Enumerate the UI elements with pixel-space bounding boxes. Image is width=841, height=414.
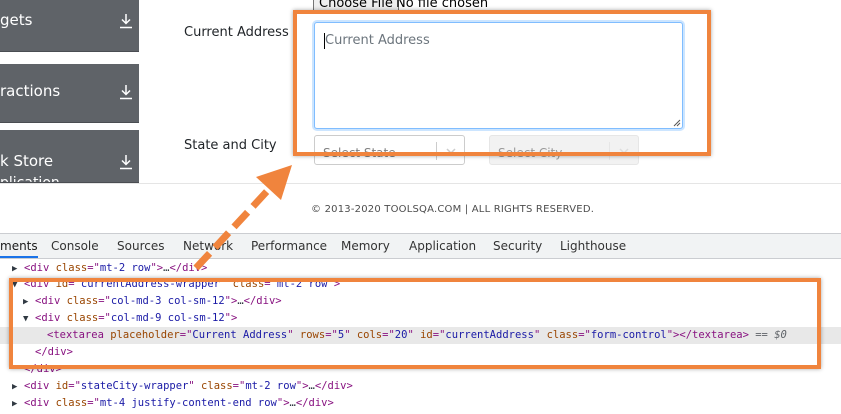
copyright-text: © 2013-2020 TOOLSQA.COM | ALL RIGHTS RES… xyxy=(311,204,595,215)
expand-triangle-icon[interactable]: ▶ xyxy=(12,396,24,413)
expand-triangle-icon[interactable]: ▶ xyxy=(12,379,24,396)
sidebar-item-widgets[interactable]: gets xyxy=(0,0,139,52)
tab-memory[interactable]: Memory xyxy=(341,239,390,253)
sidebar-item-book-store[interactable]: k Store plication xyxy=(0,130,139,183)
dom-node-line[interactable]: ▶ <div class="mt-2 row">…</div> xyxy=(12,260,207,277)
sidebar-item-label: gets xyxy=(0,11,33,29)
download-icon xyxy=(120,14,132,29)
tab-console[interactable]: Console xyxy=(51,239,99,253)
download-icon xyxy=(120,85,132,100)
sidebar-item-sublabel: plication xyxy=(0,175,60,183)
current-address-label: Current Address xyxy=(184,25,289,40)
page-footer: © 2013-2020 TOOLSQA.COM | ALL RIGHTS RES… xyxy=(0,183,841,233)
sidebar-item-label: k Store xyxy=(0,152,54,170)
tab-security[interactable]: Security xyxy=(493,239,542,253)
dom-node-line[interactable]: ▶ <div id="stateCity-wrapper" class="mt-2… xyxy=(12,378,353,395)
dom-node-line[interactable]: ▶ <div class="mt-4 justify-content-end ro… xyxy=(12,395,334,412)
annotation-highlight-code xyxy=(9,278,821,369)
tab-sources[interactable]: Sources xyxy=(117,239,164,253)
tab-network[interactable]: Network xyxy=(183,239,233,253)
tab-performance[interactable]: Performance xyxy=(251,239,327,253)
tab-lighthouse[interactable]: Lighthouse xyxy=(560,239,626,253)
sidebar-item-label: ractions xyxy=(0,82,61,100)
annotation-highlight-textarea xyxy=(293,10,711,156)
active-tab-indicator xyxy=(0,256,38,258)
tab-application[interactable]: Application xyxy=(409,239,476,253)
state-city-label: State and City xyxy=(184,138,277,153)
sidebar-item-interactions[interactable]: ractions xyxy=(0,64,139,123)
tab-elements[interactable]: ments xyxy=(0,239,38,253)
devtools-tabbar: ments Console Sources Network Performanc… xyxy=(0,234,841,259)
download-icon xyxy=(120,155,132,170)
